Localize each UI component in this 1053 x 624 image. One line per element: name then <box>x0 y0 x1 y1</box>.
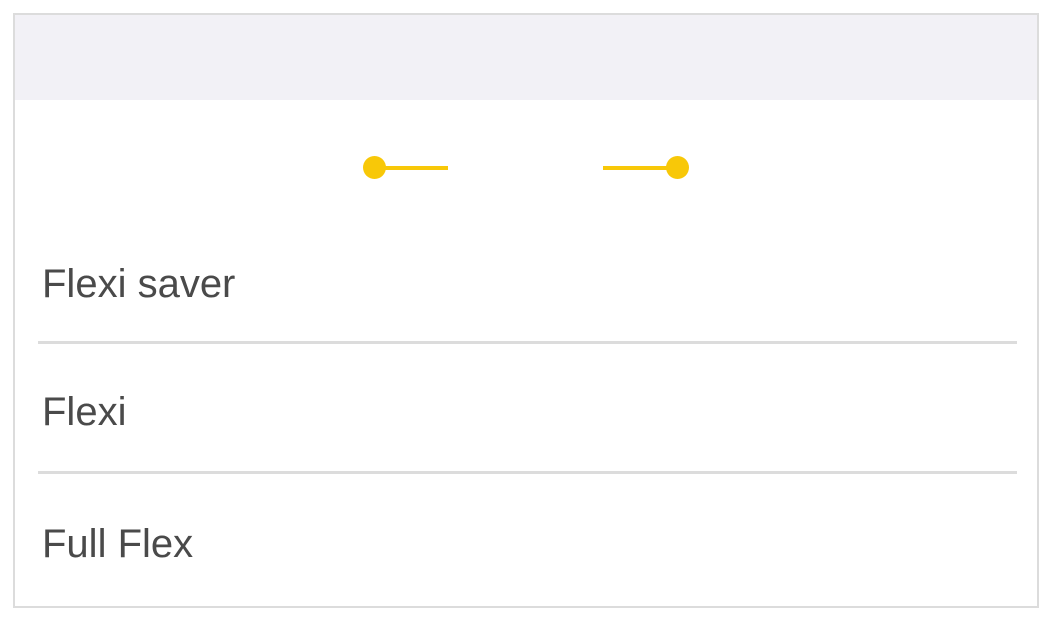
divider <box>38 341 1017 344</box>
fare-option-flexi-saver[interactable]: Flexi saver <box>42 264 235 304</box>
range-start-connector <box>374 166 448 170</box>
fare-option-flexi[interactable]: Flexi <box>42 392 126 432</box>
card-header <box>15 15 1037 100</box>
fare-options-card <box>13 13 1039 608</box>
range-end-dot-icon <box>666 156 689 179</box>
divider <box>38 471 1017 474</box>
fare-option-full-flex[interactable]: Full Flex <box>42 524 193 564</box>
